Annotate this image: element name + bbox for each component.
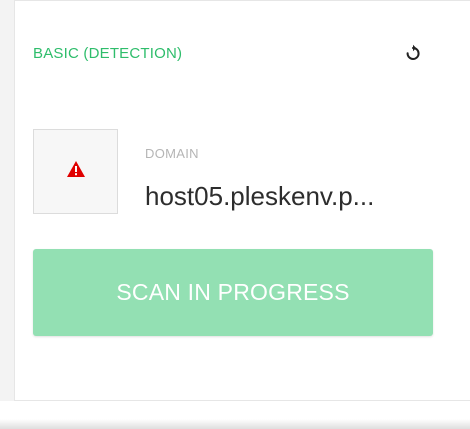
scan-card-screen: BASIC (DETECTION) DOMAIN host05.pleskenv…	[0, 0, 470, 429]
refresh-icon	[405, 44, 421, 67]
scan-in-progress-button[interactable]: SCAN IN PROGRESS	[33, 249, 433, 336]
domain-label: DOMAIN	[145, 146, 199, 161]
bottom-edge	[0, 401, 470, 429]
panel-title: BASIC (DETECTION)	[33, 45, 183, 62]
warning-triangle-icon	[66, 160, 86, 183]
domain-status-box	[33, 129, 118, 214]
refresh-button[interactable]	[402, 44, 424, 66]
domain-value: host05.pleskenv.p...	[145, 181, 375, 211]
bottom-divider	[0, 419, 470, 429]
